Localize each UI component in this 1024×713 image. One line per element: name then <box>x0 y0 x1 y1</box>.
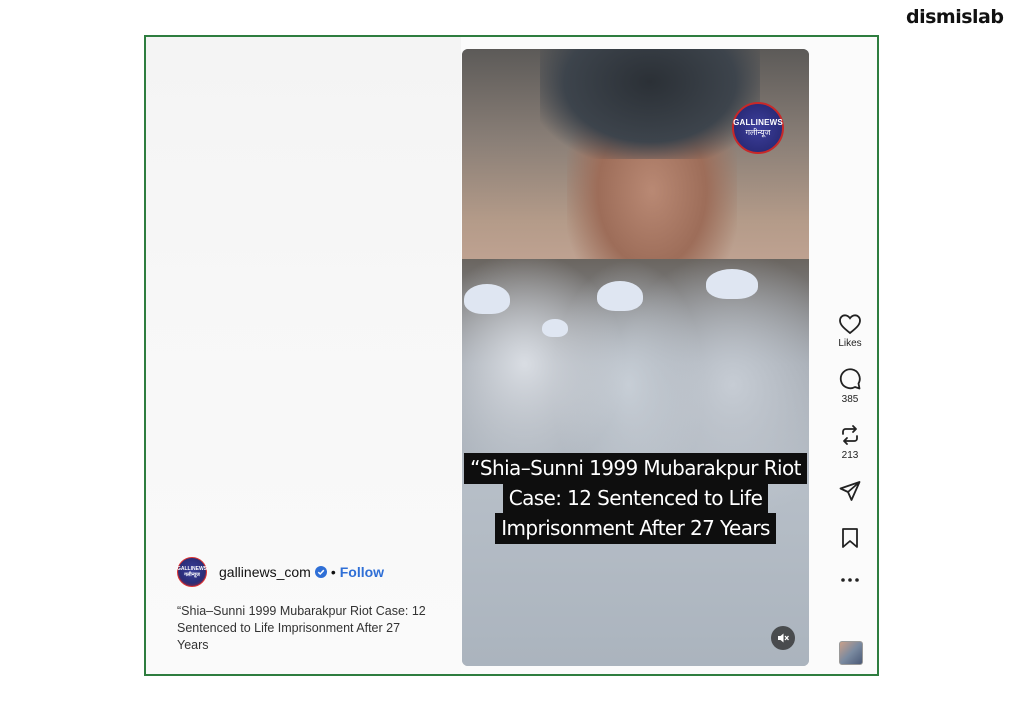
separator-dot: • <box>330 564 336 580</box>
headline-line: Imprisonment After 27 Years <box>495 513 776 544</box>
video-hair <box>540 49 760 159</box>
skullcap <box>542 319 568 337</box>
skullcap <box>706 269 758 299</box>
repost-button[interactable]: 213 <box>838 423 862 461</box>
skullcap <box>464 284 510 314</box>
comment-icon <box>839 368 861 390</box>
more-icon <box>841 578 859 582</box>
mute-button[interactable] <box>771 626 795 650</box>
comments-count: 385 <box>841 394 859 405</box>
follow-button[interactable]: Follow <box>340 564 384 580</box>
author-row: GALLINEWS गलीन्यूज gallinews_com • Follo… <box>177 557 384 587</box>
share-button[interactable] <box>838 479 862 503</box>
channel-logo: GALLINEWS गलीन्यूज <box>732 102 784 154</box>
like-button[interactable]: Likes <box>838 313 862 349</box>
repost-icon <box>842 425 858 445</box>
username[interactable]: gallinews_com <box>219 564 311 580</box>
verified-badge-icon <box>314 566 327 578</box>
post-frame: GALLINEWS गलीन्यूज gallinews_com • Follo… <box>144 35 879 676</box>
post-info-panel: GALLINEWS गलीन्यूज gallinews_com • Follo… <box>146 37 461 674</box>
video-player[interactable]: GALLINEWS गलीन्यूज “Shia–Sunni 1999 Muba… <box>462 49 809 666</box>
comment-button[interactable]: 385 <box>838 367 862 405</box>
headline-line: Case: 12 Sentenced to Life <box>502 483 769 514</box>
post-caption: “Shia–Sunni 1999 Mubarakpur Riot Case: 1… <box>177 604 426 652</box>
more-options-button[interactable] <box>840 577 860 583</box>
share-icon <box>839 481 861 501</box>
save-button[interactable] <box>840 527 860 549</box>
channel-logo-text: GALLINEWS <box>733 118 783 127</box>
channel-logo-text-hindi: गलीन्यूज <box>745 128 771 137</box>
video-headline: “Shia–Sunni 1999 Mubarakpur Riot Case: 1… <box>462 453 809 544</box>
heart-icon <box>839 314 861 335</box>
skullcap <box>597 281 643 311</box>
muted-speaker-icon <box>778 633 789 643</box>
dismislab-logo: dismislab <box>906 6 1004 28</box>
likes-label: Likes <box>838 338 862 349</box>
avatar[interactable]: GALLINEWS गलीन्यूज <box>177 557 207 587</box>
headline-line: “Shia–Sunni 1999 Mubarakpur Riot <box>464 453 807 484</box>
avatar-text-hindi: गलीन्यूज <box>184 572 200 578</box>
audio-thumbnail[interactable] <box>839 641 863 665</box>
reposts-count: 213 <box>841 450 859 461</box>
action-bar: Likes 385 213 <box>830 313 870 583</box>
bookmark-icon <box>842 528 858 548</box>
